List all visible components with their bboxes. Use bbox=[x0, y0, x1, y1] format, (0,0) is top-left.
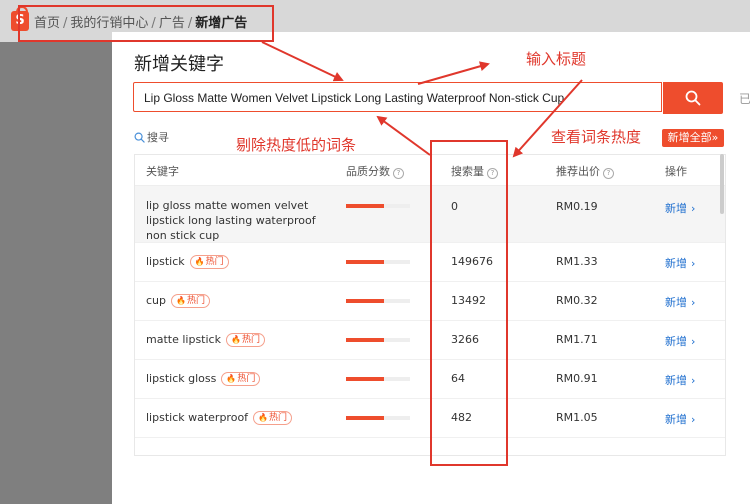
add-keyword-link[interactable]: 新增 › bbox=[665, 411, 695, 427]
fire-icon: 🔥 bbox=[226, 374, 237, 383]
keyword-text: cup bbox=[146, 294, 167, 307]
chevron-right-icon: › bbox=[691, 374, 696, 387]
quality-score-bar bbox=[346, 377, 410, 381]
hot-badge: 🔥热门 bbox=[189, 255, 229, 269]
suggested-bid: RM1.71 bbox=[556, 333, 598, 346]
suggested-bid: RM0.32 bbox=[556, 294, 598, 307]
hot-label: 热门 bbox=[186, 296, 205, 306]
keyword-input[interactable]: Lip Gloss Matte Women Velvet Lipstick Lo… bbox=[133, 82, 662, 112]
quality-score-fill bbox=[346, 204, 384, 208]
fire-icon: 🔥 bbox=[258, 413, 269, 422]
add-all-label: 新增全部 bbox=[667, 131, 712, 144]
header-bid: 推荐出价? bbox=[556, 163, 614, 179]
chevron-right-icon: › bbox=[691, 296, 696, 309]
keyword-search-row: Lip Gloss Matte Women Velvet Lipstick Lo… bbox=[133, 82, 723, 114]
keyword-cell: lip gloss matte women velvet lipstick lo… bbox=[146, 198, 336, 243]
add-keyword-link[interactable]: 新增 › bbox=[665, 255, 695, 271]
add-keyword-label: 新增 bbox=[665, 257, 687, 270]
keyword-cell: lipstick 🔥热门 bbox=[146, 255, 229, 269]
add-keyword-label: 新增 bbox=[665, 374, 687, 387]
keyword-cell: cup 🔥热门 bbox=[146, 294, 210, 308]
keyword-text: lipstick gloss bbox=[146, 372, 217, 385]
hot-label: 热门 bbox=[237, 374, 256, 384]
breadcrumb-highlight-box bbox=[18, 5, 274, 42]
add-keyword-label: 新增 bbox=[665, 413, 687, 426]
annotation-input-title: 输入标题 bbox=[526, 50, 587, 68]
suggested-bid: RM0.19 bbox=[556, 200, 598, 213]
quality-score-fill bbox=[346, 260, 384, 264]
help-icon[interactable]: ? bbox=[603, 168, 614, 179]
quality-score-fill bbox=[346, 338, 384, 342]
fire-icon: 🔥 bbox=[176, 296, 186, 305]
keyword-text: lip gloss matte women velvet lipstick lo… bbox=[146, 199, 316, 242]
add-keyword-label: 新增 bbox=[665, 335, 687, 348]
hot-badge: 🔥热门 bbox=[221, 372, 261, 386]
search-icon bbox=[134, 132, 145, 143]
header-action: 操作 bbox=[665, 165, 687, 178]
add-keyword-label: 新增 bbox=[665, 202, 687, 215]
filter-label: 搜寻 bbox=[147, 131, 169, 144]
modal-title: 新增关键字 bbox=[134, 54, 224, 75]
quality-score-fill bbox=[346, 299, 384, 303]
add-keyword-link[interactable]: 新增 › bbox=[665, 372, 695, 388]
quality-score-fill bbox=[346, 416, 384, 420]
hot-label: 热门 bbox=[205, 257, 224, 267]
keyword-search-button[interactable] bbox=[663, 82, 723, 114]
quality-score-bar bbox=[346, 260, 410, 264]
keyword-filter[interactable]: 搜寻 bbox=[134, 129, 169, 145]
quality-score-bar bbox=[346, 299, 410, 303]
add-keyword-link[interactable]: 新增 › bbox=[665, 294, 695, 310]
fire-icon: 🔥 bbox=[230, 335, 241, 344]
header-bid-label: 推荐出价 bbox=[556, 165, 600, 178]
annotation-remove-low: 剔除热度低的词条 bbox=[236, 136, 357, 154]
add-keyword-link[interactable]: 新增 › bbox=[665, 200, 695, 216]
search-icon bbox=[685, 90, 701, 106]
add-all-button[interactable]: 新增全部» bbox=[662, 129, 724, 147]
hot-label: 热门 bbox=[241, 335, 260, 345]
hot-badge: 🔥热门 bbox=[225, 333, 265, 347]
suggested-bid: RM1.33 bbox=[556, 255, 598, 268]
quality-score-bar bbox=[346, 338, 410, 342]
hot-badge: 🔥热门 bbox=[171, 294, 210, 308]
header-quality-label: 品质分数 bbox=[346, 165, 390, 178]
keyword-text: lipstick bbox=[146, 255, 185, 268]
double-chevron-icon: » bbox=[711, 131, 719, 144]
keyword-cell: matte lipstick 🔥热门 bbox=[146, 333, 265, 347]
chevron-right-icon: › bbox=[691, 202, 696, 215]
header-quality: 品质分数? bbox=[346, 163, 404, 179]
hot-label: 热门 bbox=[269, 413, 288, 423]
keyword-cell: lipstick waterproof 🔥热门 bbox=[146, 411, 293, 425]
header-keyword: 关键字 bbox=[146, 165, 179, 178]
quality-score-bar bbox=[346, 204, 410, 208]
hot-badge: 🔥热门 bbox=[253, 411, 293, 425]
table-scrollbar[interactable] bbox=[720, 154, 724, 214]
side-text: 已 bbox=[739, 92, 750, 106]
add-keyword-link[interactable]: 新增 › bbox=[665, 333, 695, 349]
keyword-text: lipstick waterproof bbox=[146, 411, 249, 424]
suggested-bid: RM0.91 bbox=[556, 372, 598, 385]
keyword-cell: lipstick gloss 🔥热门 bbox=[146, 372, 261, 386]
keyword-text: matte lipstick bbox=[146, 333, 221, 346]
volume-column-highlight-box bbox=[430, 140, 508, 466]
help-icon[interactable]: ? bbox=[393, 168, 404, 179]
annotation-check-heat: 查看词条热度 bbox=[551, 128, 642, 146]
chevron-right-icon: › bbox=[691, 257, 696, 270]
quality-score-fill bbox=[346, 377, 384, 381]
add-keyword-label: 新增 bbox=[665, 296, 687, 309]
chevron-right-icon: › bbox=[691, 413, 696, 426]
quality-score-bar bbox=[346, 416, 410, 420]
fire-icon: 🔥 bbox=[194, 257, 205, 266]
suggested-bid: RM1.05 bbox=[556, 411, 598, 424]
chevron-right-icon: › bbox=[691, 335, 696, 348]
